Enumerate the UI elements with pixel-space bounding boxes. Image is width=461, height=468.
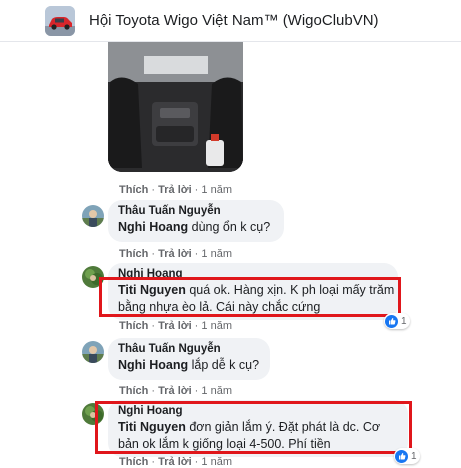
comment-text-line-2: bằng nhựa èo lả. Cái này chắc cứng: [118, 300, 321, 314]
comment-text: Nghi Hoang lắp dễ k cụ?: [118, 357, 260, 374]
comment-author[interactable]: Nghi Hoang: [118, 404, 398, 419]
comment-time[interactable]: 1 năm: [201, 184, 232, 196]
reaction-count: 1: [401, 315, 407, 327]
reply-link[interactable]: Trả lời: [158, 456, 192, 468]
comment-bubble: Thâu Tuấn Nguyễn Nghi Hoang dùng ổn k cụ…: [108, 200, 284, 242]
avatar[interactable]: [82, 403, 104, 425]
avatar[interactable]: [82, 266, 104, 288]
comment-body: dùng ổn k cụ?: [188, 220, 271, 234]
comment-bubble: Nghi Hoang Titi Nguyen quá ok. Hàng xịn.…: [108, 263, 398, 320]
comment-author[interactable]: Thâu Tuấn Nguyễn: [118, 204, 274, 219]
comment-time[interactable]: 1 năm: [201, 320, 232, 332]
avatar-image: [82, 341, 104, 363]
mention-link[interactable]: Nghi Hoang: [118, 358, 188, 372]
mention-link[interactable]: Nghi Hoang: [118, 220, 188, 234]
reply-link[interactable]: Trả lời: [158, 320, 192, 332]
comment-actions: Thích · Trả lời · 1 năm: [119, 248, 232, 260]
like-reaction-icon: [385, 314, 398, 328]
comment-actions: Thích · Trả lời · 1 năm: [119, 385, 232, 397]
avatar[interactable]: [82, 341, 104, 363]
reply-link[interactable]: Trả lời: [158, 385, 192, 397]
reaction-badge[interactable]: 1: [384, 313, 410, 329]
car-icon: [45, 6, 75, 36]
comment-bubble: Nghi Hoang Titi Nguyen đơn giản lắm ý. Đ…: [108, 400, 408, 457]
like-link[interactable]: Thích: [119, 320, 148, 332]
like-link[interactable]: Thích: [119, 248, 148, 260]
avatar-image: [82, 403, 104, 425]
group-avatar[interactable]: [45, 6, 75, 36]
thumbs-up-icon: [398, 453, 405, 460]
comment-text-line-2: bản ok lắm k giống loại 4-500. Phí tiền: [118, 437, 331, 451]
comment-actions: Thích · Trả lời · 1 năm: [119, 320, 232, 332]
like-link[interactable]: Thích: [119, 184, 148, 196]
comment-text: Nghi Hoang dùng ổn k cụ?: [118, 219, 274, 236]
reaction-badge[interactable]: 1: [394, 448, 420, 464]
comment-author[interactable]: Nghi Hoang: [118, 267, 388, 282]
comment-time[interactable]: 1 năm: [201, 456, 232, 468]
group-title[interactable]: Hội Toyota Wigo Việt Nam™ (WigoClubVN): [89, 12, 379, 29]
comment-bubble: Thâu Tuấn Nguyễn Nghi Hoang lắp dễ k cụ?: [108, 338, 270, 380]
comment-author[interactable]: Thâu Tuấn Nguyễn: [118, 342, 260, 357]
avatar-image: [82, 205, 104, 227]
comment-body: đơn giản lắm ý. Đặt phát là dc. Cơ: [185, 420, 381, 434]
reply-link[interactable]: Trả lời: [158, 184, 192, 196]
mention-link[interactable]: Titi Nguyen: [118, 283, 186, 297]
like-link[interactable]: Thích: [119, 456, 148, 468]
comment-time[interactable]: 1 năm: [201, 385, 232, 397]
comment-text-line-1: Titi Nguyen đơn giản lắm ý. Đặt phát là …: [118, 419, 398, 436]
thumbs-up-icon: [388, 318, 395, 325]
comment-text-line-1: Titi Nguyen quá ok. Hàng xịn. K ph loại …: [118, 282, 394, 299]
avatar[interactable]: [82, 205, 104, 227]
comment-actions: Thích · Trả lời · 1 năm: [119, 184, 232, 196]
comment-actions: Thích · Trả lời · 1 năm: [119, 456, 232, 468]
comment-body: quá ok. Hàng xịn. K ph loại mấy trăm: [185, 283, 395, 297]
like-link[interactable]: Thích: [119, 385, 148, 397]
avatar-image: [82, 266, 104, 288]
comment-photo[interactable]: [108, 42, 243, 172]
comment-body: lắp dễ k cụ?: [188, 358, 260, 372]
reply-link[interactable]: Trả lời: [158, 248, 192, 260]
car-interior-image: [108, 42, 243, 172]
reaction-count: 1: [411, 450, 417, 462]
mention-link[interactable]: Titi Nguyen: [118, 420, 186, 434]
comment-time[interactable]: 1 năm: [201, 248, 232, 260]
group-header: Hội Toyota Wigo Việt Nam™ (WigoClubVN): [0, 0, 461, 42]
